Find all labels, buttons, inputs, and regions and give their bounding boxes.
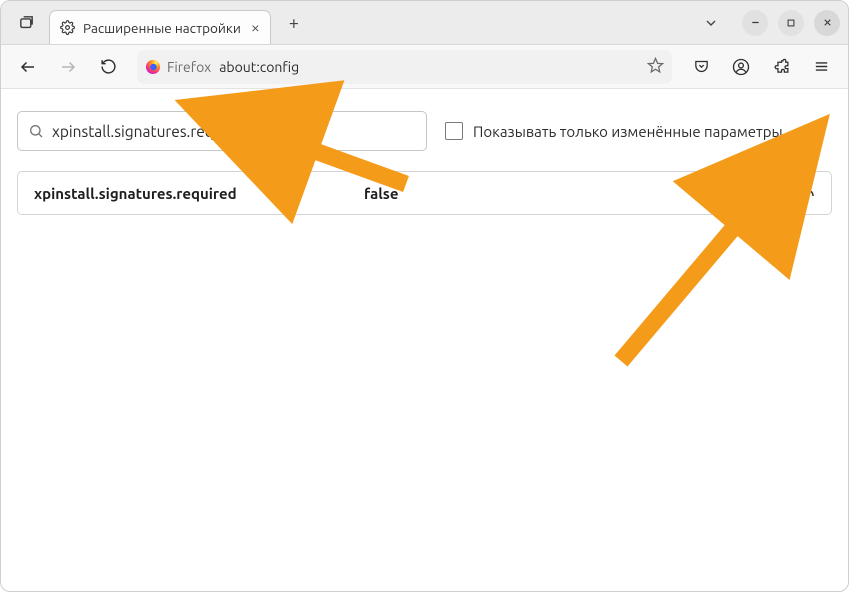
bookmark-star-button[interactable]: [647, 57, 664, 77]
pref-actions: [751, 177, 823, 209]
pref-value: false: [364, 185, 741, 202]
minimize-button[interactable]: [742, 10, 768, 36]
url-bar[interactable]: Firefox about:config: [137, 50, 672, 84]
config-search-input[interactable]: xpinstall.signatures.required: [17, 111, 427, 151]
extensions-button[interactable]: [764, 51, 798, 83]
window-controls: [742, 10, 840, 36]
pref-row: xpinstall.signatures.required false: [17, 171, 832, 215]
chevron-down-icon: [703, 15, 719, 31]
hamburger-icon: [813, 58, 830, 75]
tab-close-button[interactable]: ×: [249, 18, 262, 38]
back-button[interactable]: [11, 51, 45, 83]
maximize-button[interactable]: [778, 10, 804, 36]
window-stack-icon: [18, 14, 35, 31]
search-row: xpinstall.signatures.required Показывать…: [17, 111, 832, 151]
reload-button[interactable]: [91, 51, 125, 83]
minimize-icon: [750, 17, 761, 28]
maximize-icon: [786, 18, 796, 28]
close-window-button[interactable]: [814, 10, 840, 36]
search-icon: [28, 123, 44, 139]
tab-active[interactable]: Расширенные настройки ×: [49, 10, 271, 44]
new-tab-button[interactable]: +: [279, 8, 309, 38]
config-search-value: xpinstall.signatures.required: [52, 123, 250, 140]
puzzle-icon: [773, 58, 790, 75]
show-modified-only[interactable]: Показывать только изменённые параметры: [445, 122, 783, 140]
tabs-dropdown-button[interactable]: [696, 8, 726, 38]
pref-toggle-button[interactable]: [751, 177, 783, 209]
pocket-icon: [693, 58, 710, 75]
identity-label: Firefox: [167, 59, 211, 75]
reload-icon: [100, 58, 117, 75]
pocket-button[interactable]: [684, 51, 718, 83]
account-icon: [732, 58, 750, 76]
swap-arrows-icon: [758, 184, 776, 202]
gear-icon: [60, 20, 75, 35]
identity-box[interactable]: Firefox: [145, 59, 211, 75]
address-text: about:config: [219, 59, 639, 75]
pref-name: xpinstall.signatures.required: [34, 185, 354, 202]
checkbox-icon: [445, 122, 463, 140]
title-bar: Расширенные настройки × +: [1, 1, 848, 45]
plus-icon: +: [289, 13, 299, 33]
undo-icon: [798, 184, 816, 202]
show-modified-only-label: Показывать только изменённые параметры: [473, 123, 783, 140]
firefox-icon: [145, 59, 161, 75]
app-menu-button[interactable]: [804, 51, 838, 83]
nav-toolbar: Firefox about:config: [1, 45, 848, 89]
about-config-content: xpinstall.signatures.required Показывать…: [1, 89, 848, 591]
tab-title: Расширенные настройки: [83, 20, 241, 36]
forward-button[interactable]: [51, 51, 85, 83]
arrow-left-icon: [19, 58, 37, 76]
recent-windows-button[interactable]: [11, 8, 41, 38]
pref-reset-button[interactable]: [791, 177, 823, 209]
arrow-right-icon: [59, 58, 77, 76]
account-button[interactable]: [724, 51, 758, 83]
star-icon: [647, 57, 664, 74]
close-icon: [822, 17, 833, 28]
browser-window: Расширенные настройки × +: [0, 0, 849, 592]
